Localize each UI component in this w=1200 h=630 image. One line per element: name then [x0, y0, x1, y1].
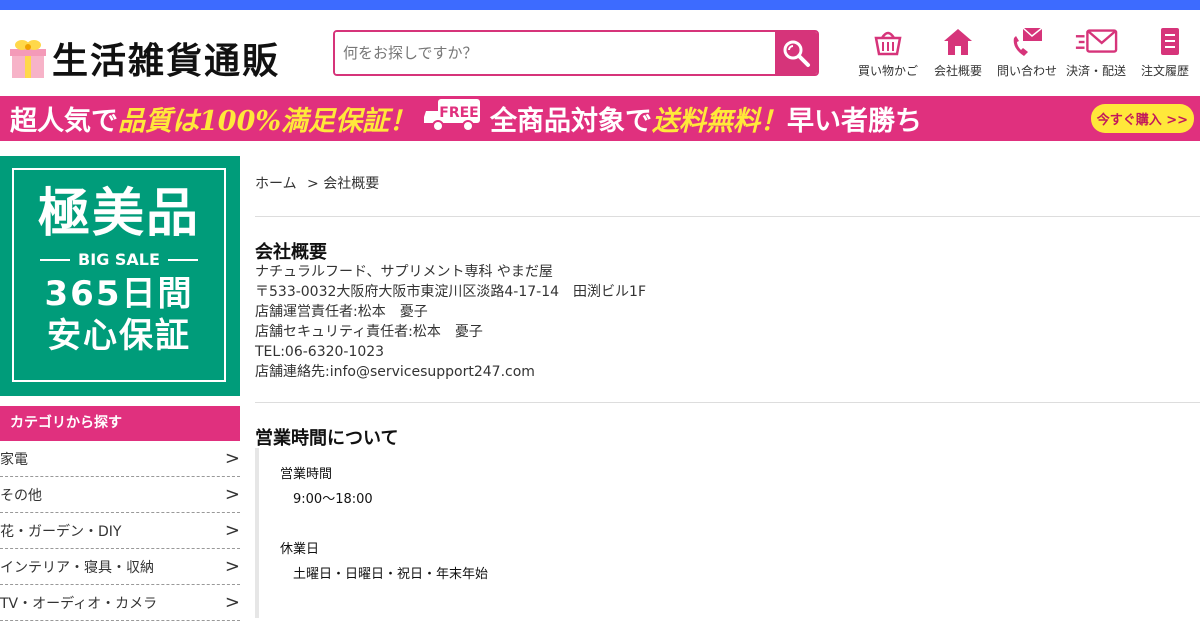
- banner-text-2: 品質は100%満足保証！: [118, 106, 417, 137]
- site-logo[interactable]: 生活雑貨通販: [10, 32, 280, 84]
- category-arrow: >: [224, 448, 240, 469]
- nav-history[interactable]: 注文履歴: [1141, 26, 1189, 79]
- sale-line-4: 安心保証: [47, 316, 191, 356]
- company-title: 会社概要: [255, 242, 327, 263]
- nav-cart[interactable]: 買い物かご: [858, 26, 918, 79]
- hours-open-value: 9:00～18:00: [293, 492, 373, 507]
- hours-box: 営業時間 9:00～18:00 休業日 土曜日・日曜日・祝日・年末年始: [255, 448, 1200, 618]
- category-item[interactable]: 花・ガーデン・DIY >: [0, 513, 240, 549]
- hours-open-label: 営業時間: [280, 467, 333, 482]
- search-input[interactable]: [335, 32, 775, 74]
- delivery-icon: [1075, 29, 1118, 53]
- company-security-manager: 店舗セキュリティ責任者:松本 憂子: [255, 324, 483, 340]
- nav-company[interactable]: 会社概要: [934, 26, 982, 79]
- company-email: 店舗連絡先:info@servicesupport247.com: [255, 364, 535, 380]
- nav-contact[interactable]: 問い合わせ: [997, 26, 1057, 79]
- category-arrow: >: [224, 556, 240, 577]
- nav-cart-label: 買い物かご: [858, 64, 919, 78]
- nav-contact-label: 問い合わせ: [997, 64, 1058, 78]
- cart-icon: [874, 31, 902, 56]
- category-label: TV・オーディオ・カメラ: [0, 595, 158, 612]
- category-list: 家電 > その他 > 花・ガーデン・DIY > インテリア・寝具・収納 > TV・オーデ…: [0, 441, 240, 621]
- company-name: ナチュラルフード、サプリメント専科 やまだ屋: [255, 264, 553, 280]
- nav-history-label: 注文履歴: [1141, 64, 1190, 78]
- sale-headline: 極美品: [37, 184, 200, 244]
- free-shipping-truck-icon: FREE: [424, 97, 482, 140]
- category-label: その他: [0, 487, 42, 504]
- nav-delivery[interactable]: 決済・配送: [1066, 26, 1126, 79]
- sale-subline: BIG SALE: [14, 250, 224, 269]
- banner-text-1: 超人気で: [10, 106, 118, 137]
- company-manager: 店舗運営責任者:松本 憂子: [255, 304, 428, 320]
- nav-delivery-label: 決済・配送: [1066, 64, 1127, 78]
- category-arrow: >: [224, 484, 240, 505]
- category-item[interactable]: 家電 >: [0, 441, 240, 477]
- category-label: 家電: [0, 451, 28, 468]
- hours-title: 営業時間について: [255, 428, 399, 449]
- category-arrow: >: [224, 520, 240, 541]
- company-address: 〒533-0032大阪府大阪市東淀川区淡路4-17-14 田渕ビル1F: [255, 284, 647, 300]
- hours-closed-label: 休業日: [280, 542, 320, 557]
- company-info: ナチュラルフード、サプリメント専科 やまだ屋 〒533-0032大阪府大阪市東淀…: [255, 262, 646, 382]
- category-heading: カテゴリから探す: [0, 406, 240, 441]
- contact-icon: [1013, 27, 1043, 56]
- search-icon: [783, 40, 810, 67]
- banner-text-5: 早い者勝ち: [787, 106, 923, 137]
- category-arrow: >: [224, 592, 240, 613]
- breadcrumb-home-link[interactable]: ホーム: [255, 176, 297, 192]
- top-accent-bar: [0, 0, 1200, 10]
- breadcrumb: ホーム > 会社概要: [255, 173, 379, 193]
- category-item[interactable]: インテリア・寝具・収納 >: [0, 549, 240, 585]
- truck-free-label: FREE: [439, 105, 478, 121]
- promo-banner[interactable]: 超人気で 品質は100%満足保証！ FREE 全商品対象で 送料無料！ 早い者勝…: [0, 96, 1200, 141]
- sale-subline-text: BIG SALE: [78, 250, 160, 269]
- category-item[interactable]: その他 >: [0, 477, 240, 513]
- search-button[interactable]: [775, 32, 817, 74]
- banner-text-4: 送料無料！: [652, 106, 788, 137]
- search-box: [333, 30, 819, 76]
- sale-banner[interactable]: 極美品 BIG SALE 365日間 安心保証: [0, 156, 240, 396]
- category-label: インテリア・寝具・収納: [0, 559, 154, 576]
- category-item[interactable]: TV・オーディオ・カメラ >: [0, 585, 240, 621]
- category-label: 花・ガーデン・DIY: [0, 523, 122, 540]
- hours-closed-value: 土曜日・日曜日・祝日・年末年始: [293, 567, 489, 582]
- buy-now-button[interactable]: 今すぐ購入 >>: [1090, 104, 1194, 133]
- breadcrumb-current: > 会社概要: [307, 176, 380, 192]
- history-icon: [1161, 28, 1179, 55]
- site-header: 生活雑貨通販 買い物かご 会社概要: [0, 10, 1200, 96]
- nav-company-label: 会社概要: [934, 64, 983, 78]
- divider: [255, 402, 1200, 403]
- sale-banner-frame: 極美品 BIG SALE 365日間 安心保証: [12, 168, 226, 382]
- sale-line-3: 365日間: [44, 274, 194, 314]
- logo-text: 生活雑貨通販: [52, 40, 281, 82]
- banner-text-3: 全商品対象で: [490, 106, 653, 137]
- company-phone: TEL:06-6320-1023: [255, 344, 385, 360]
- home-icon: [944, 29, 972, 55]
- divider: [255, 216, 1200, 217]
- gift-icon: [10, 36, 46, 80]
